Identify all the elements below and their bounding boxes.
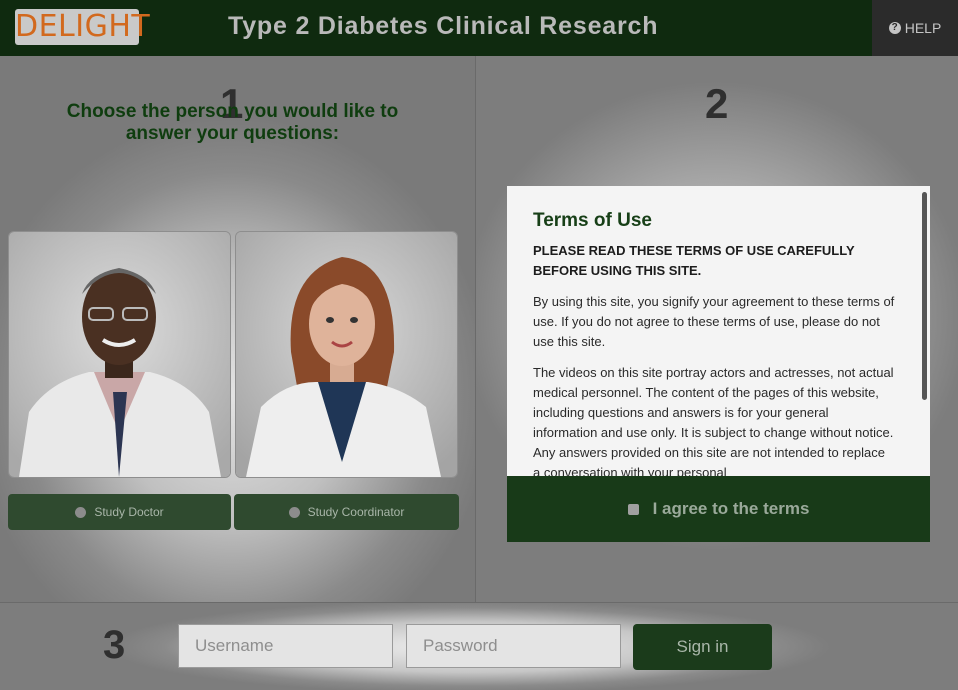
terms-paragraph: The videos on this site portray actors a… (533, 365, 894, 480)
agree-checkbox[interactable] (627, 503, 639, 515)
question-circle-icon: ? (888, 22, 901, 34)
terms-content: Terms of Use PLEASE READ THESE TERMS OF … (533, 210, 895, 494)
page-title: Type 2 Diabetes Clinical Research (228, 12, 659, 40)
study-doctor-photo (9, 232, 230, 477)
step-2-number: 2 (705, 80, 729, 127)
study-doctor-label: Study Doctor (94, 505, 164, 519)
terms-of-use-box[interactable]: Terms of Use PLEASE READ THESE TERMS OF … (507, 186, 930, 542)
top-header: DELIGHT Type 2 Diabetes Clinical Researc… (0, 0, 958, 56)
sign-in-button[interactable]: Sign in (633, 624, 772, 670)
help-button[interactable]: ? HELP (872, 0, 958, 56)
terms-paragraph: By using this site, you signify your agr… (533, 294, 895, 349)
delight-logo[interactable]: DELIGHT (15, 9, 150, 45)
password-input[interactable] (406, 624, 621, 668)
study-coordinator-card[interactable] (235, 231, 458, 478)
study-coordinator-photo (236, 232, 457, 477)
terms-title: Terms of Use (533, 210, 652, 231)
sign-in-footer: 3 Sign in (0, 602, 958, 690)
study-doctor-card[interactable] (8, 231, 231, 478)
terms-scrollbar[interactable] (922, 192, 927, 400)
study-coordinator-label: Study Coordinator (307, 505, 405, 519)
agree-label: I agree to the terms (652, 499, 810, 518)
study-coordinator-option[interactable]: Study Coordinator (234, 494, 459, 530)
help-label: HELP (904, 20, 942, 36)
study-coordinator-radio[interactable] (288, 506, 300, 518)
study-doctor-option[interactable]: Study Doctor (8, 494, 231, 530)
username-input[interactable] (178, 624, 393, 668)
agree-terms-bar[interactable]: I agree to the terms (507, 476, 930, 542)
choose-person-heading: Choose the person you would like to answ… (66, 101, 399, 144)
study-doctor-radio[interactable] (75, 506, 87, 518)
terms-warning: PLEASE READ THESE TERMS OF USE CAREFULLY… (533, 243, 855, 278)
step-3-number: 3 (103, 623, 126, 667)
